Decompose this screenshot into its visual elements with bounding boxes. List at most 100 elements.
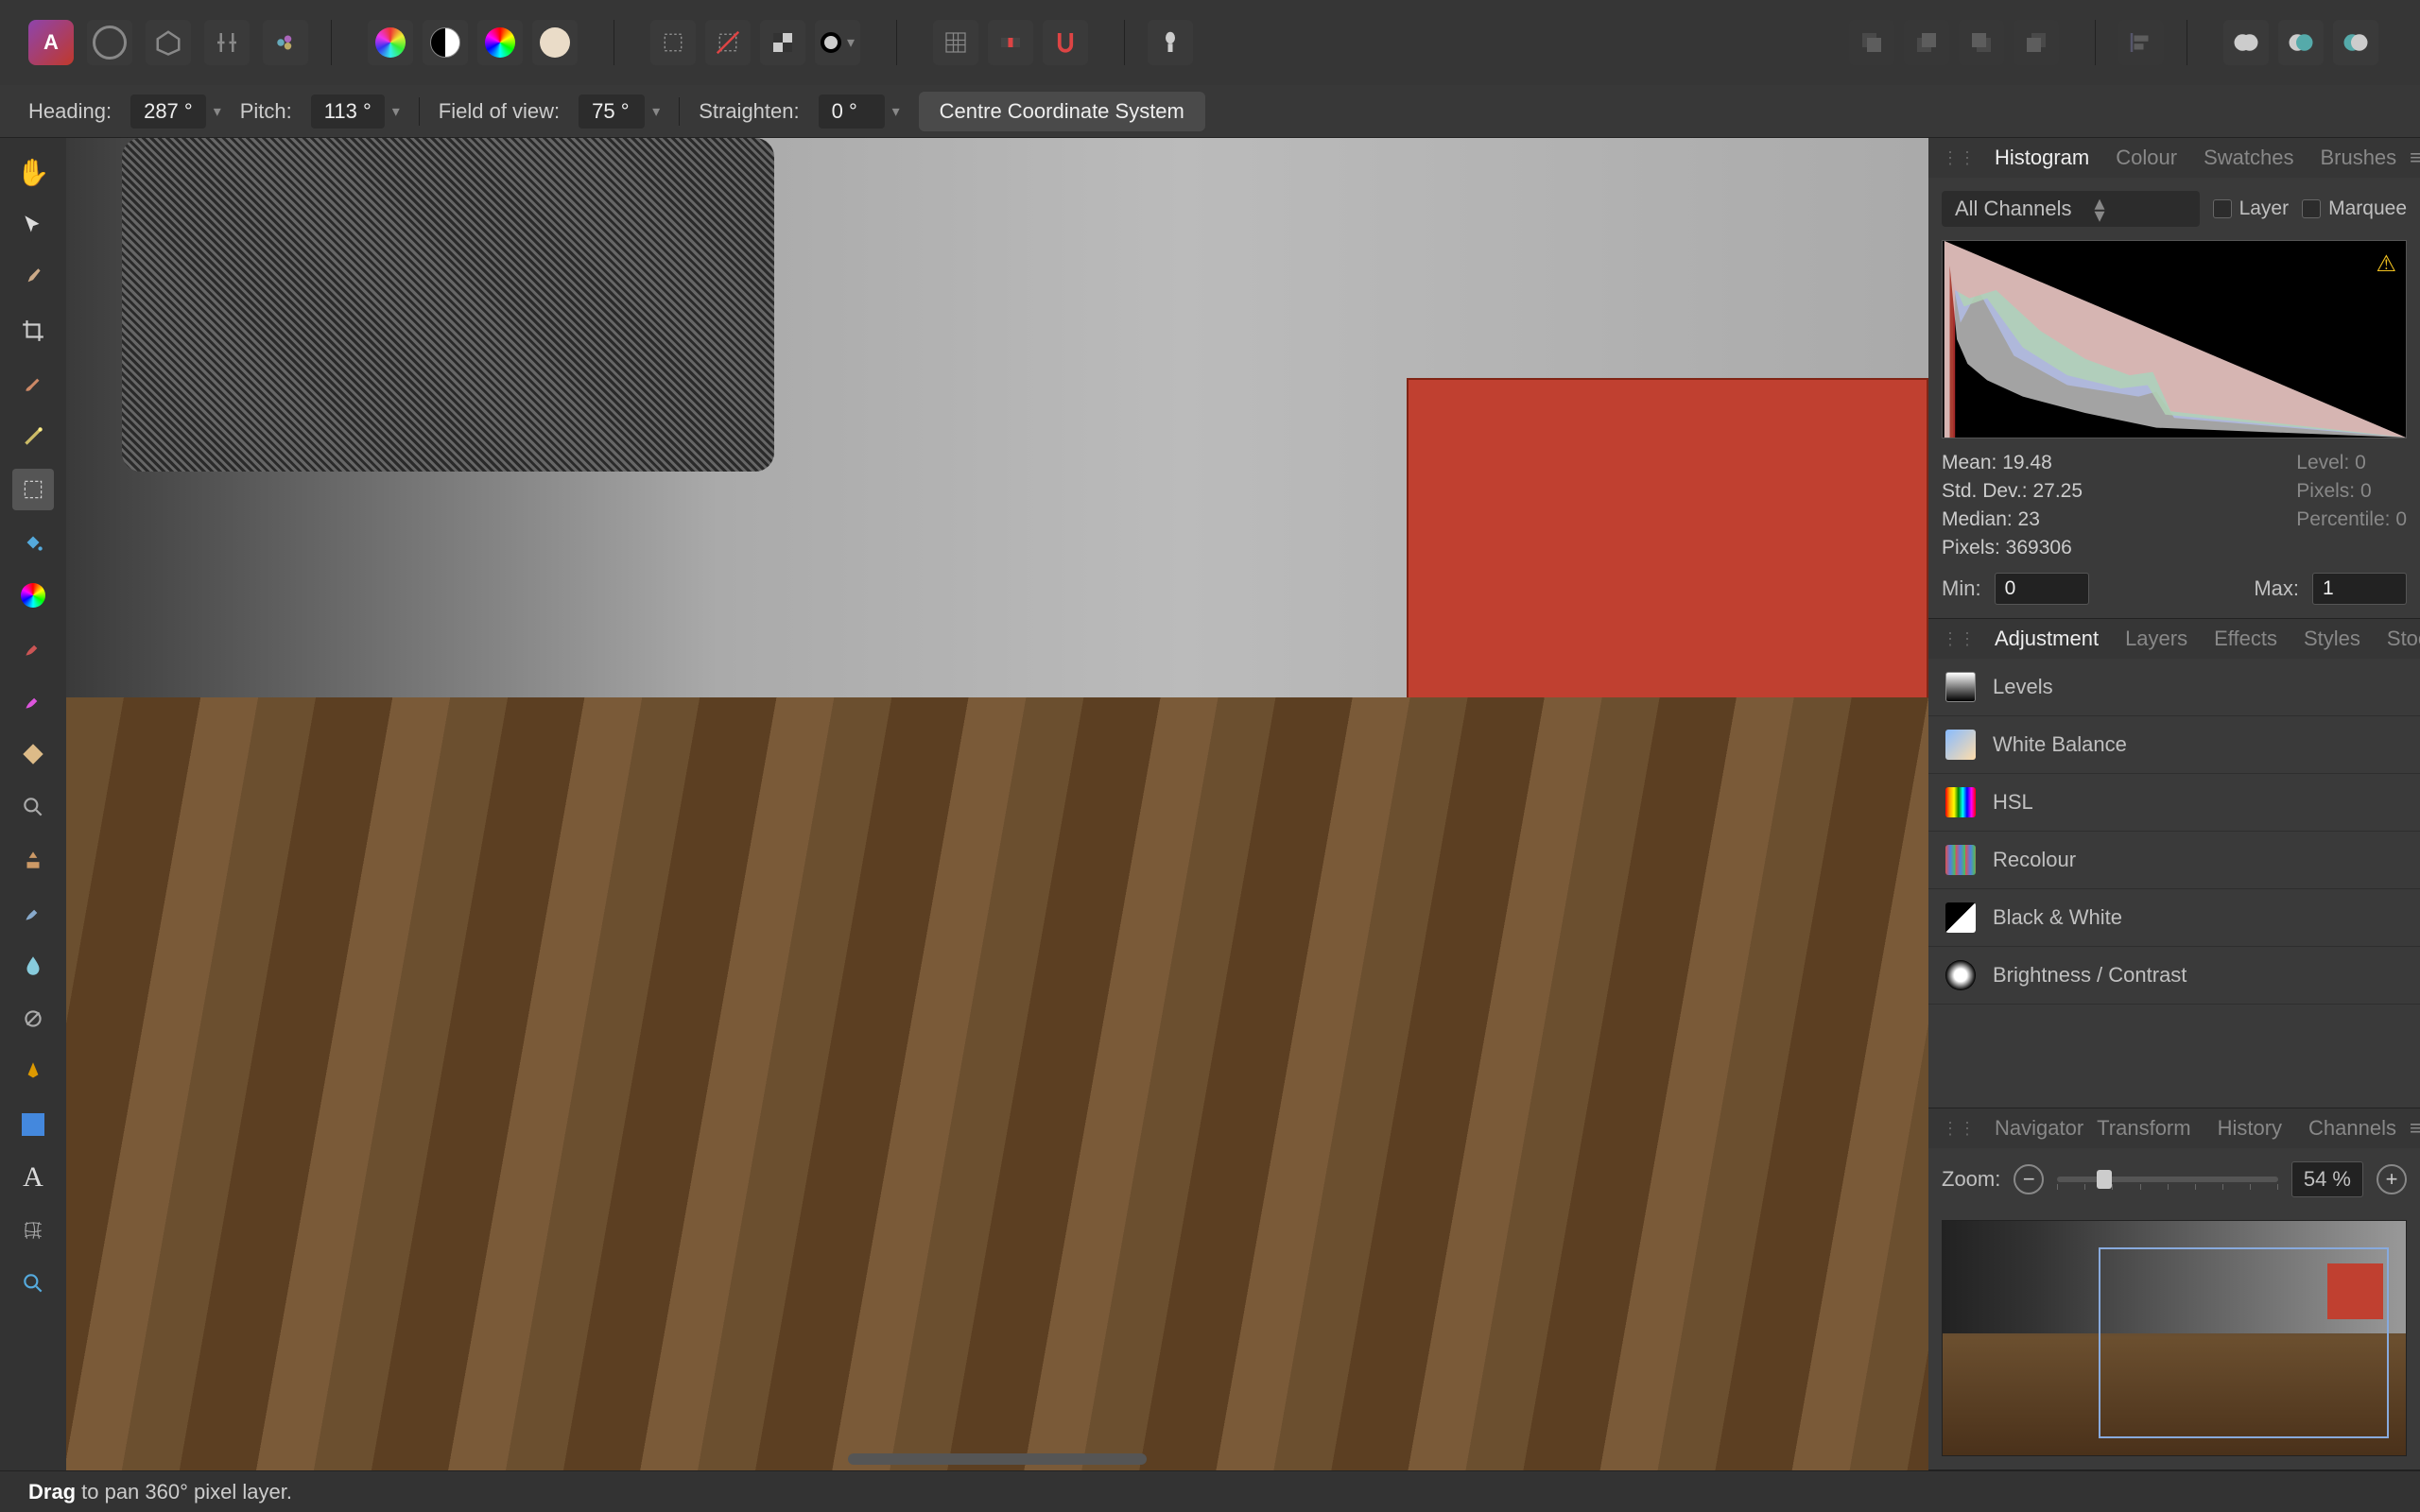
tab-styles[interactable]: Styles: [2304, 627, 2360, 651]
adjustment-hsl[interactable]: HSL: [1928, 774, 2420, 832]
canvas[interactable]: [66, 138, 1928, 1470]
centre-coord-button[interactable]: Centre Coordinate System: [919, 92, 1205, 131]
persona-liquify-icon[interactable]: [146, 20, 191, 65]
arrange-forward-icon[interactable]: [1959, 20, 2004, 65]
crop-tool-icon[interactable]: [12, 310, 54, 352]
max-input[interactable]: [2312, 573, 2407, 605]
tab-layers[interactable]: Layers: [2125, 627, 2187, 651]
arrange-front-icon[interactable]: [2014, 20, 2059, 65]
histogram-graph[interactable]: ⚠: [1942, 240, 2407, 438]
selection-invert-icon[interactable]: [760, 20, 805, 65]
adjustment-icon-1[interactable]: [368, 20, 413, 65]
horizontal-scrollbar[interactable]: [848, 1453, 1146, 1465]
pixel-tool-icon[interactable]: [12, 733, 54, 775]
persona-develop-icon[interactable]: [204, 20, 250, 65]
straighten-label: Straighten:: [699, 99, 799, 124]
fov-value: 75 °: [579, 94, 645, 129]
navigator-preview[interactable]: [1942, 1220, 2407, 1456]
move-tool-icon[interactable]: [12, 204, 54, 246]
grip-icon[interactable]: ⋮⋮: [1942, 1119, 1976, 1139]
heading-value: 287 °: [130, 94, 206, 129]
grip-icon[interactable]: ⋮⋮: [1942, 629, 1976, 649]
boolean-intersect-icon[interactable]: [2333, 20, 2378, 65]
tab-swatches[interactable]: Swatches: [2204, 146, 2293, 170]
arrange-back-icon[interactable]: [1849, 20, 1894, 65]
boolean-add-icon[interactable]: [2223, 20, 2269, 65]
dodge-tool-icon[interactable]: [12, 998, 54, 1040]
blur-tool-icon[interactable]: [12, 945, 54, 987]
channel-select[interactable]: All Channels ▴▾: [1942, 191, 2200, 227]
clone-brush-icon[interactable]: [12, 839, 54, 881]
canvas-image: [66, 138, 1928, 1470]
text-tool-icon[interactable]: A: [12, 1157, 54, 1198]
tab-histogram[interactable]: Histogram: [1995, 146, 2089, 170]
persona-photo-icon[interactable]: [87, 20, 132, 65]
selection-deselect-icon[interactable]: [705, 20, 751, 65]
adjustment-brightness-contrast[interactable]: Brightness / Contrast: [1928, 947, 2420, 1005]
boolean-subtract-icon[interactable]: [2278, 20, 2324, 65]
zoom-value[interactable]: 54 %: [2291, 1161, 2363, 1197]
adjustment-icon-4[interactable]: [532, 20, 578, 65]
snapping-icon[interactable]: [1043, 20, 1088, 65]
mesh-warp-icon[interactable]: [12, 1210, 54, 1251]
adjustment-recolour[interactable]: Recolour: [1928, 832, 2420, 889]
status-bar: Drag to pan 360° pixel layer.: [0, 1470, 2420, 1512]
colour-picker-icon[interactable]: [12, 257, 54, 299]
quickmask-icon[interactable]: ▾: [815, 20, 860, 65]
pitch-dropdown[interactable]: 113 ° ▾: [311, 94, 400, 129]
grid-icon[interactable]: [933, 20, 978, 65]
marquee-checkbox[interactable]: Marquee: [2302, 198, 2407, 220]
pixel-grid-icon[interactable]: [988, 20, 1033, 65]
zoom-slider[interactable]: [2057, 1177, 2277, 1182]
view-tool-icon[interactable]: [12, 1263, 54, 1304]
tab-transform[interactable]: Transform: [2097, 1116, 2190, 1141]
layer-checkbox[interactable]: Layer: [2213, 198, 2290, 220]
grip-icon[interactable]: ⋮⋮: [1942, 148, 1976, 168]
rectangle-tool-icon[interactable]: [12, 1104, 54, 1145]
tab-adjustment[interactable]: Adjustment: [1995, 627, 2099, 651]
zoom-tool-icon[interactable]: [12, 786, 54, 828]
persona-tonemap-icon[interactable]: [263, 20, 308, 65]
panel-menu-icon[interactable]: ≡: [2410, 1116, 2420, 1141]
zoom-out-button[interactable]: −: [2014, 1164, 2044, 1194]
arrange-backward-icon[interactable]: [1904, 20, 1949, 65]
histogram-panel: ⋮⋮ Histogram Colour Swatches Brushes ≡ A…: [1928, 138, 2420, 619]
tab-stock[interactable]: Stock: [2387, 627, 2420, 651]
selection-brush-icon[interactable]: [12, 363, 54, 404]
adjustment-black-white[interactable]: Black & White: [1928, 889, 2420, 947]
straighten-dropdown[interactable]: 0 ° ▾: [819, 94, 900, 129]
tab-history[interactable]: History: [2218, 1116, 2282, 1141]
heal-brush-icon[interactable]: [12, 892, 54, 934]
heading-dropdown[interactable]: 287 ° ▾: [130, 94, 221, 129]
tab-channels[interactable]: Channels: [2308, 1116, 2396, 1141]
stat-pixels: Pixels: 369306: [1942, 537, 2083, 559]
align-icon[interactable]: [2118, 20, 2164, 65]
gradient-tool-icon[interactable]: [12, 575, 54, 616]
tab-brushes[interactable]: Brushes: [2320, 146, 2396, 170]
adjustment-icon-2[interactable]: [423, 20, 468, 65]
panel-menu-icon[interactable]: ≡: [2410, 146, 2420, 170]
flood-fill-icon[interactable]: [12, 522, 54, 563]
erase-brush-icon[interactable]: [12, 680, 54, 722]
tab-navigator[interactable]: Navigator: [1995, 1116, 2083, 1141]
paintbrush-icon[interactable]: [12, 627, 54, 669]
magic-wand-icon[interactable]: [12, 416, 54, 457]
tab-colour[interactable]: Colour: [2116, 146, 2177, 170]
brightness-icon: [1945, 960, 1976, 990]
adjustment-icon-3[interactable]: [477, 20, 523, 65]
min-label: Min:: [1942, 576, 1981, 601]
zoom-in-button[interactable]: +: [2377, 1164, 2407, 1194]
navigator-viewport[interactable]: [2099, 1247, 2389, 1438]
assistant-icon[interactable]: [1148, 20, 1193, 65]
fov-dropdown[interactable]: 75 ° ▾: [579, 94, 660, 129]
adjustment-white-balance[interactable]: White Balance: [1928, 716, 2420, 774]
context-bar: Heading: 287 ° ▾ Pitch: 113 ° ▾ Field of…: [0, 85, 2420, 138]
stat-stddev: Std. Dev.: 27.25: [1942, 480, 2083, 503]
selection-new-icon[interactable]: [650, 20, 696, 65]
pen-tool-icon[interactable]: [12, 1051, 54, 1092]
marquee-tool-icon[interactable]: [12, 469, 54, 510]
min-input[interactable]: [1995, 573, 2089, 605]
tab-effects[interactable]: Effects: [2214, 627, 2277, 651]
adjustment-levels[interactable]: Levels: [1928, 659, 2420, 716]
hand-tool-icon[interactable]: ✋: [12, 151, 54, 193]
